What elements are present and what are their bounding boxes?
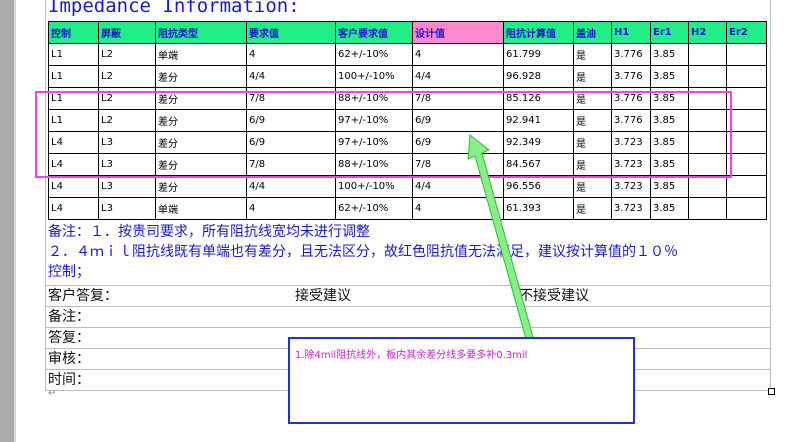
paragraph-mark: ↵ bbox=[48, 388, 57, 399]
table-resize-handle[interactable] bbox=[768, 388, 775, 395]
callout-box: 1.除4mil阻抗线外，板内其余差分线多要多补0.3mil bbox=[288, 337, 635, 424]
callout-text: 1.除4mil阻抗线外，板内其余差分线多要多补0.3mil bbox=[295, 350, 528, 361]
arrow-shape bbox=[467, 134, 534, 340]
